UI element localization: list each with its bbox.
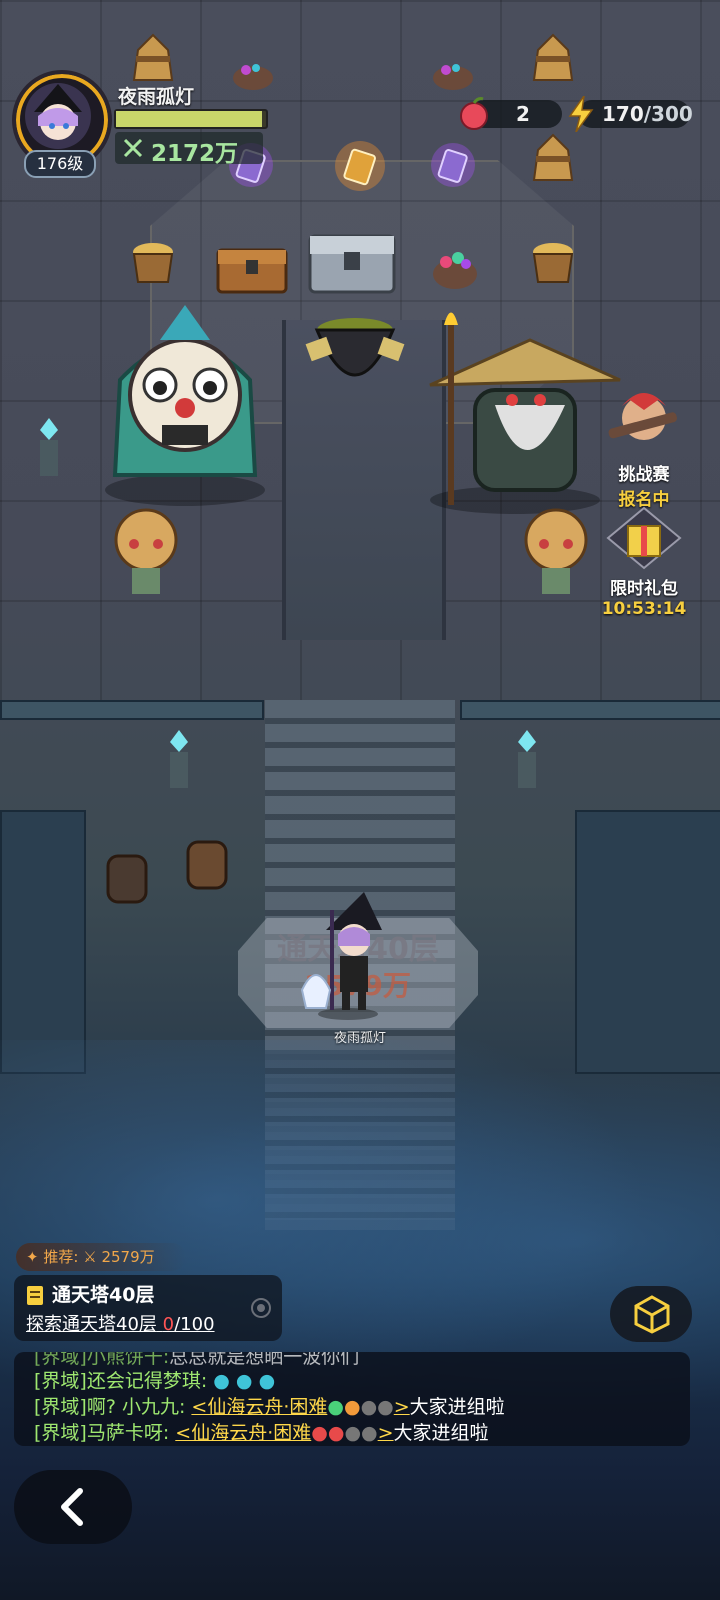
barrel [106, 854, 148, 904]
quest-desc: 探索通天塔40层 [26, 1314, 157, 1335]
loot-bag-icon[interactable] [428, 56, 478, 92]
recommend-value: 2579万 [101, 1248, 155, 1266]
grain-sack-icon[interactable] [528, 30, 578, 85]
team-link[interactable]: <仙海云舟·困难 [191, 1396, 327, 1418]
empty-slot-icon: ● [360, 1396, 378, 1418]
right-ledge [460, 700, 720, 720]
emoji-icon: ● [258, 1370, 276, 1392]
quest-scroll-icon [27, 1286, 43, 1305]
grain-basket-icon[interactable] [128, 232, 178, 287]
power-value: 2172万 [151, 141, 239, 167]
crossed-swords-icon [123, 138, 143, 158]
player-character[interactable] [286, 890, 406, 1020]
left-ledge [0, 700, 264, 720]
lion-dance-boss[interactable] [80, 300, 290, 510]
quest-panel[interactable]: 通天塔40层 探索通天塔40层 0/100 [14, 1275, 282, 1341]
emoji-icon: ● [213, 1370, 230, 1392]
gift-pack-label: 限时礼包 [610, 579, 678, 599]
xp-bar [114, 109, 268, 129]
player-name: 夜雨孤灯 [118, 86, 195, 108]
silver-chest-icon[interactable] [306, 220, 398, 296]
gem-pouch-icon[interactable] [428, 242, 482, 292]
back-button[interactable] [14, 1470, 132, 1544]
apple-icon [460, 97, 488, 130]
loot-bag-icon[interactable] [228, 56, 278, 92]
energy-max: /300 [643, 102, 693, 126]
wooden-chest-icon[interactable] [214, 236, 290, 296]
green-badge-icon: ● [327, 1396, 344, 1418]
apple-count: 2 [516, 102, 530, 126]
old-master-boss[interactable] [400, 295, 630, 515]
emoji-icon: ● [235, 1370, 253, 1392]
grain-sack-icon[interactable] [528, 130, 578, 185]
game-scene: 通天塔40层 2579万 夜雨孤灯 176级 夜雨孤灯 2172万 2 170/… [0, 0, 720, 1600]
gold-card-icon[interactable] [334, 140, 386, 192]
red-badge-icon: ● [311, 1422, 328, 1444]
challenge-button[interactable]: 挑战赛 报名中 [598, 386, 690, 510]
left-wall [0, 810, 86, 1074]
quest-title: 通天塔40层 [52, 1284, 155, 1306]
quest-progress-current: 0 [162, 1314, 175, 1335]
challenge-label: 挑战赛 [618, 465, 670, 485]
gift-pack-timer: 10:53:14 [601, 599, 687, 619]
target-icon[interactable] [250, 1297, 272, 1319]
empty-slot-icon: ● [344, 1422, 362, 1444]
avatar-portrait-icon [25, 83, 91, 149]
grain-basket-icon[interactable] [528, 232, 578, 287]
xp-bar-fill [116, 111, 262, 127]
grain-sack-icon[interactable] [128, 30, 178, 85]
gift-pack-button[interactable]: 限时礼包 10:53:14 [598, 506, 690, 619]
red-badge-icon: ● [327, 1422, 345, 1444]
recommend-label: 推荐: [43, 1248, 79, 1266]
challenge-warrior-icon [608, 393, 677, 440]
lightning-icon [568, 96, 594, 132]
crossed-swords-icon: ⚔ [83, 1248, 97, 1266]
scarecrow [524, 508, 588, 594]
power-display: 2172万 [115, 132, 263, 167]
chat-line: [界域]啊? 小九九: <仙海云舟·困难●●●●>大家进组啦 [34, 1396, 505, 1418]
gift-box-icon [606, 506, 682, 570]
cube-menu-button[interactable] [610, 1286, 692, 1342]
cube-icon [634, 1295, 670, 1334]
purple-card-icon[interactable] [430, 142, 476, 188]
sparkle-icon: ✦ [26, 1248, 39, 1266]
scarecrow [114, 508, 178, 594]
team-link[interactable]: <仙海云舟·困难 [175, 1422, 311, 1444]
player-level-badge: 176级 [24, 150, 96, 178]
crystal-pillar [40, 418, 58, 476]
back-arrow-icon [61, 1488, 83, 1526]
chat-line: [界域]马萨卡呀: <仙海云舟·困难●●●●>大家进组啦 [34, 1422, 489, 1444]
chat-panel[interactable]: [界域]小熊饼干:总总就是想晒一波你们 [界域]还会记得梦琪: ● ● ● [界… [14, 1352, 690, 1446]
quest-progress-max: /100 [174, 1314, 215, 1335]
witch-cauldron[interactable] [300, 300, 410, 410]
energy-current: 170 [602, 102, 644, 126]
empty-slot-icon: ● [377, 1396, 394, 1418]
right-wall [575, 810, 720, 1074]
orange-badge-icon: ● [343, 1396, 361, 1418]
crystal-pillar [170, 730, 188, 788]
chat-line: [界域]还会记得梦琪: ● ● ● [34, 1370, 276, 1392]
empty-slot-icon: ● [361, 1422, 378, 1444]
recommend-power: ✦ 推荐: ⚔ 2579万 [16, 1243, 186, 1271]
barrel [186, 840, 228, 890]
crystal-pillar [518, 730, 536, 788]
